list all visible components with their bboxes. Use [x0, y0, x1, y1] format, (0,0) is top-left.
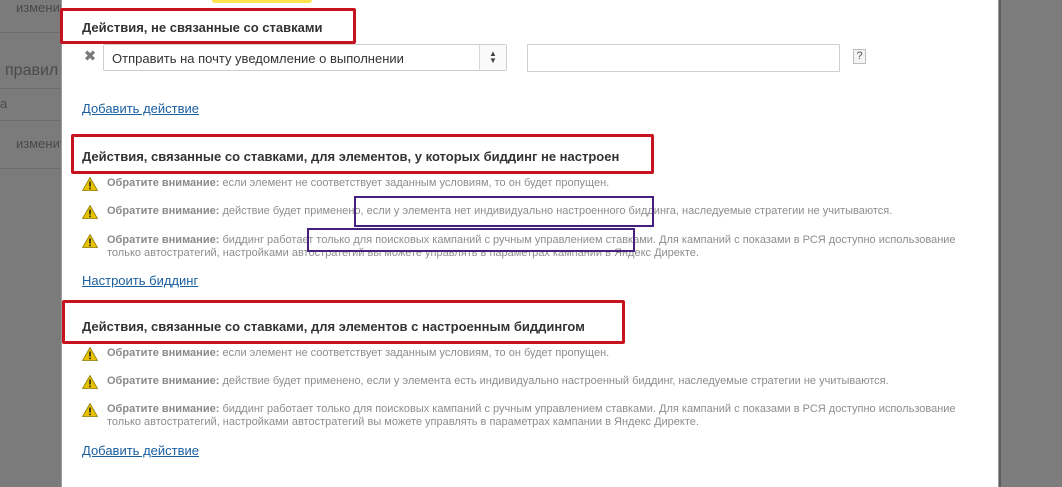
note-label: Обратите внимание: — [107, 177, 220, 189]
configure-bidding-link[interactable]: Настроить биддинг — [82, 273, 198, 288]
background-text: изменит — [16, 136, 62, 151]
background-divider — [0, 120, 62, 121]
note-text: биддинг работает только для поисковых ка… — [107, 403, 956, 428]
highlight-box-purple — [307, 228, 635, 252]
note-label: Обратите внимание: — [107, 205, 220, 217]
close-icon[interactable]: ✖ — [82, 49, 98, 65]
note-text: если элемент не соответствует заданным у… — [222, 347, 610, 359]
warning-note: Обратите внимание: если элемент не соотв… — [82, 177, 962, 191]
background-text: а — [0, 96, 8, 111]
warning-triangle-icon — [82, 205, 98, 219]
warning-triangle-icon — [82, 375, 98, 389]
note-label: Обратите внимание: — [107, 347, 220, 359]
section-title-bid-not-configured: Действия, связанные со ставками, для эле… — [82, 149, 620, 164]
note-text: действие будет применено, если у элемент… — [222, 375, 889, 387]
background-left-column: изменит правил а изменит — [0, 0, 62, 487]
chevron-updown-icon: ▲ ▼ — [479, 45, 506, 70]
action-type-select[interactable]: Отправить на почту уведомление о выполне… — [103, 44, 507, 71]
background-right-column — [997, 0, 1062, 487]
warning-note: Обратите внимание: биддинг работает толь… — [82, 403, 962, 429]
section-title-non-bid: Действия, не связанные со ставками — [82, 20, 323, 35]
help-icon[interactable]: ? — [853, 49, 866, 64]
action-type-select-value: Отправить на почту уведомление о выполне… — [112, 51, 404, 66]
background-divider — [0, 32, 62, 33]
note-text: если элемент не соответствует заданным у… — [222, 177, 610, 189]
section-title-bid-configured: Действия, связанные со ставками, для эле… — [82, 319, 585, 334]
add-action-link[interactable]: Добавить действие — [82, 101, 199, 116]
warning-triangle-icon — [82, 177, 98, 191]
background-divider — [0, 168, 62, 169]
modal-top-accent — [212, 0, 312, 3]
warning-triangle-icon — [82, 234, 98, 248]
warning-note: Обратите внимание: если элемент не соотв… — [82, 347, 962, 361]
background-text: правил — [5, 62, 59, 79]
warning-triangle-icon — [82, 403, 98, 417]
highlight-box-purple — [354, 196, 654, 227]
action-value-input[interactable] — [527, 44, 840, 72]
warning-note: Обратите внимание: действие будет примен… — [82, 375, 962, 389]
background-text: изменит — [16, 0, 62, 15]
add-action-link[interactable]: Добавить действие — [82, 443, 199, 458]
note-label: Обратите внимание: — [107, 403, 220, 415]
warning-triangle-icon — [82, 347, 98, 361]
background-divider — [0, 88, 62, 89]
note-label: Обратите внимание: — [107, 375, 220, 387]
rule-actions-modal: Действия, не связанные со ставками ✖ Отп… — [60, 0, 999, 487]
note-label: Обратите внимание: — [107, 234, 220, 246]
